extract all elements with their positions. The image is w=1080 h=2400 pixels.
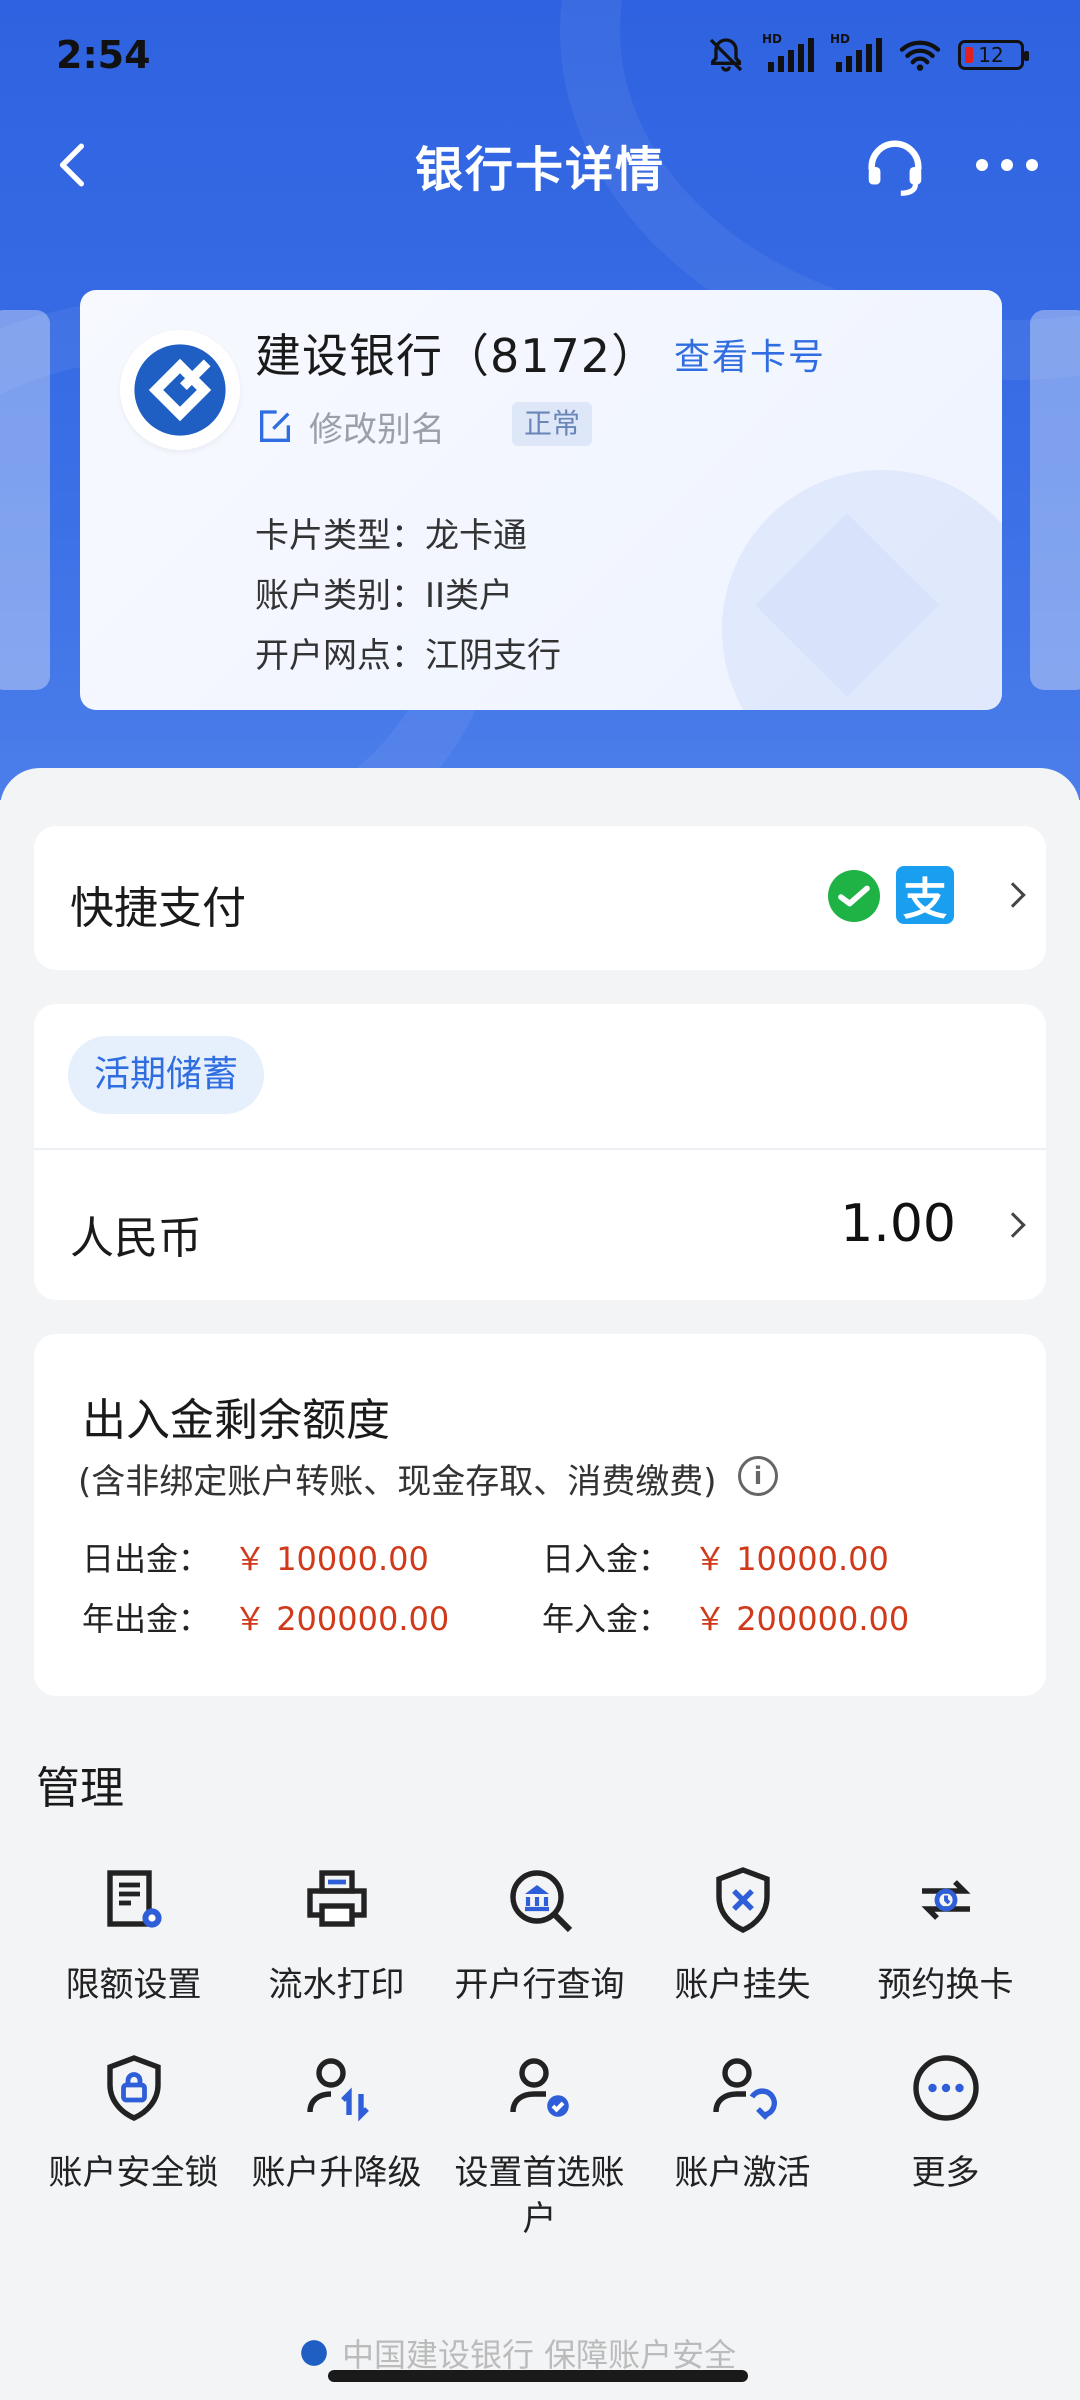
report-loss-button[interactable]: 账户挂失 — [641, 1860, 844, 2008]
more-circle-icon — [912, 2055, 979, 2121]
view-card-number-link[interactable]: 查看卡号 — [674, 328, 826, 380]
quick-pay-row[interactable]: 快捷支付 支 — [34, 826, 1046, 970]
ccb-logo-icon — [120, 330, 240, 450]
bank-search-icon — [509, 1870, 572, 1933]
yearly-in-limit: 年入金： ￥ 200000.00 — [542, 1600, 910, 1638]
edit-alias-button[interactable]: 修改别名 — [255, 402, 445, 451]
management-title: 管理 — [36, 1763, 124, 1814]
card-exchange-icon — [920, 1880, 971, 1920]
set-preferred-account-button[interactable]: 设置首选账户 — [438, 2048, 641, 2242]
shield-x-icon — [715, 1867, 770, 1933]
mute-bell-icon — [709, 38, 743, 72]
balance-value: 1.00 — [840, 1194, 956, 1254]
limit-settings-icon — [106, 1870, 162, 1928]
customer-service-icon[interactable] — [860, 132, 930, 202]
rmb-balance-row[interactable]: 人民币 1.00 — [34, 1150, 1046, 1300]
edit-alias-label: 修改别名 — [309, 410, 445, 450]
currency-label: 人民币 — [70, 1213, 202, 1264]
bank-name: 建设银行（8172） — [255, 329, 659, 383]
back-icon[interactable] — [48, 140, 98, 190]
user-updown-icon — [306, 2058, 369, 2122]
account-category: 账户类别：II类户 — [255, 576, 514, 616]
signal-1-icon: HD — [762, 32, 814, 72]
more-services-button[interactable]: 更多 — [844, 2048, 1047, 2242]
bank-card: 建设银行（8172） 查看卡号 修改别名 正常 卡片类型：龙卡通 账户类别：II… — [80, 290, 1002, 710]
alipay-icon: 支 — [896, 866, 954, 925]
limits-card: 出入金剩余额度 (含非绑定账户转账、现金存取、消费缴费) i 日出金： ￥ 100… — [34, 1334, 1046, 1696]
limits-title: 出入金剩余额度 — [82, 1395, 390, 1446]
card-replacement-button[interactable]: 预约换卡 — [844, 1860, 1047, 2008]
limit-settings-button[interactable]: 限额设置 — [32, 1860, 235, 2008]
user-check-icon — [509, 2058, 569, 2117]
yearly-out-limit: 年出金： ￥ 200000.00 — [82, 1600, 450, 1638]
quick-pay-title: 快捷支付 — [70, 883, 246, 934]
statement-print-button[interactable]: 流水打印 — [235, 1860, 438, 2008]
wechat-pay-icon — [828, 870, 880, 922]
daily-in-limit: 日入金： ￥ 10000.00 — [542, 1540, 889, 1578]
bank-branch-query-button[interactable]: 开户行查询 — [438, 1860, 641, 2008]
status-time: 2:54 — [56, 33, 151, 77]
nav-bar: 银行卡详情 — [0, 110, 1080, 220]
user-activate-icon — [712, 2058, 777, 2120]
wifi-icon — [899, 40, 941, 71]
battery-icon: 12 — [958, 40, 1029, 70]
header-background: 2:54 HD HD 12 银行卡详情 建设银行（8172） 查看卡号 修改别名… — [0, 0, 1080, 800]
savings-card: 活期储蓄 人民币 1.00 — [34, 1004, 1046, 1300]
status-badge: 正常 — [512, 402, 593, 446]
management-grid: 限额设置 流水打印 开户行查询 账户挂失 预约换卡 账户安全锁 账户升降级 设置… — [32, 1860, 1048, 2242]
edit-icon — [260, 409, 290, 442]
shield-lock-icon — [106, 2055, 161, 2121]
account-activation-button[interactable]: 账户激活 — [641, 2048, 844, 2242]
more-options-icon[interactable] — [976, 150, 1038, 180]
printer-icon — [306, 1870, 367, 1927]
home-indicator[interactable] — [328, 2370, 748, 2382]
opening-branch: 开户网点：江阴支行 — [255, 636, 561, 676]
account-upgrade-button[interactable]: 账户升降级 — [235, 2048, 438, 2242]
next-card-peek[interactable] — [1030, 310, 1080, 690]
security-lock-button[interactable]: 账户安全锁 — [32, 2048, 235, 2242]
prev-card-peek[interactable] — [0, 310, 50, 690]
info-icon[interactable]: i — [738, 1456, 778, 1496]
chevron-right-icon — [1000, 1212, 1026, 1238]
savings-tag: 活期储蓄 — [68, 1036, 265, 1114]
signal-2-icon: HD — [830, 32, 882, 72]
limits-subtitle: (含非绑定账户转账、现金存取、消费缴费) — [78, 1462, 717, 1502]
page-title: 银行卡详情 — [414, 142, 665, 198]
status-bar: 2:54 HD HD 12 — [56, 30, 1029, 80]
ccb-small-logo-icon — [301, 2340, 327, 2366]
card-type: 卡片类型：龙卡通 — [255, 516, 527, 556]
battery-level: 12 — [978, 43, 1004, 67]
chevron-right-icon — [1000, 882, 1026, 908]
daily-out-limit: 日出金： ￥ 10000.00 — [82, 1540, 429, 1578]
